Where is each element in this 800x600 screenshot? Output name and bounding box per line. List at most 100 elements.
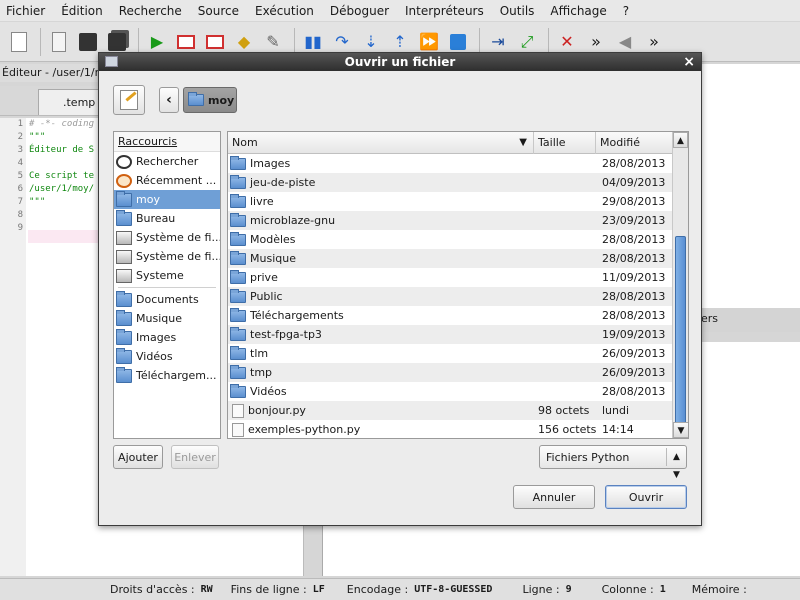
continue-icon[interactable]: ⏩ xyxy=(416,29,442,55)
menu-recherche[interactable]: Recherche xyxy=(119,4,182,18)
column-name-header[interactable]: Nom ▼ xyxy=(228,132,534,154)
place-item[interactable]: Bureau xyxy=(114,209,220,228)
file-row[interactable]: tlm 26/09/2013 xyxy=(228,344,672,363)
file-row[interactable]: Vidéos 28/08/2013 xyxy=(228,382,672,401)
file-modified: lundi xyxy=(602,404,630,417)
file-row[interactable]: prive 11/09/2013 xyxy=(228,268,672,287)
stop-icon[interactable] xyxy=(445,29,471,55)
file-row[interactable]: Images 28/08/2013 xyxy=(228,154,672,173)
menu-execution[interactable]: Exécution xyxy=(255,4,314,18)
place-label: Système de fi... xyxy=(136,250,220,263)
scroll-down-icon[interactable]: ▼ xyxy=(673,422,688,438)
step-into-icon[interactable]: ⇣ xyxy=(358,29,384,55)
place-item[interactable]: Musique xyxy=(114,309,220,328)
file-name-cell: exemples-python.py xyxy=(230,420,360,438)
file-modified: 19/09/2013 xyxy=(602,328,666,341)
menu-source[interactable]: Source xyxy=(198,4,239,18)
place-item[interactable]: Rechercher xyxy=(114,152,220,171)
scroll-thumb[interactable] xyxy=(675,236,686,424)
file-list-scrollbar[interactable]: ▲ ▼ xyxy=(672,132,688,438)
file-row[interactable]: Modèles 28/08/2013 xyxy=(228,230,672,249)
file-name-cell: Modèles xyxy=(230,230,296,249)
file-row[interactable]: Public 28/08/2013 xyxy=(228,287,672,306)
file-row[interactable]: Musique 28/08/2013 xyxy=(228,249,672,268)
file-type-filter[interactable]: Fichiers Python ▲ ▼ xyxy=(539,445,687,480)
cancel-button[interactable]: Annuler xyxy=(513,485,595,509)
place-item[interactable]: Images xyxy=(114,328,220,347)
run-selection-icon[interactable] xyxy=(202,29,228,55)
import-icon[interactable]: ⇥ xyxy=(485,29,511,55)
line-number: 9 xyxy=(17,223,23,233)
maximize-icon[interactable]: ⤢ xyxy=(514,29,540,55)
code-line: """ xyxy=(29,132,46,142)
menu-fichier[interactable]: Fichier xyxy=(6,4,45,18)
place-label: Bureau xyxy=(136,212,176,225)
menu-edition[interactable]: Édition xyxy=(61,4,103,18)
step-return-icon[interactable]: ⇡ xyxy=(387,29,413,55)
column-size-header[interactable]: Taille xyxy=(534,132,596,154)
place-label: Documents xyxy=(136,293,199,306)
path-crumb-moy[interactable]: moy xyxy=(183,87,237,113)
step-icon[interactable]: ↷ xyxy=(329,29,355,55)
preferences-icon[interactable]: ✕ xyxy=(554,29,580,55)
file-name-cell: Téléchargements xyxy=(230,306,344,325)
toolbar-separator xyxy=(40,27,41,56)
column-modified-label: Modifié xyxy=(600,136,640,149)
file-name: microblaze-gnu xyxy=(250,214,336,227)
save-all-icon[interactable] xyxy=(104,29,130,55)
place-item[interactable]: Système de fi... xyxy=(114,228,220,247)
menu-outils[interactable]: Outils xyxy=(500,4,535,18)
place-item[interactable]: Vidéos xyxy=(114,347,220,366)
right-panel-tab-fragment[interactable]: ers xyxy=(701,312,718,325)
toolbar-overflow-icon-2[interactable]: » xyxy=(641,29,667,55)
open-button[interactable]: Ouvrir xyxy=(605,485,687,509)
folder-icon xyxy=(230,250,246,265)
add-bookmark-button[interactable]: Ajouter xyxy=(113,445,163,469)
file-name-cell: livre xyxy=(230,192,274,211)
file-row[interactable]: test-fpga-tp3 19/09/2013 xyxy=(228,325,672,344)
file-name-cell: microblaze-gnu xyxy=(230,211,335,230)
file-row[interactable]: exemples-python.py 156 octets 14:14 xyxy=(228,420,672,438)
menu-deboguer[interactable]: Déboguer xyxy=(330,4,389,18)
scroll-up-icon[interactable]: ▲ xyxy=(673,132,688,148)
file-row[interactable]: microblaze-gnu 23/09/2013 xyxy=(228,211,672,230)
place-item[interactable]: moy xyxy=(114,190,220,209)
menu-interpreteurs[interactable]: Interpréteurs xyxy=(405,4,484,18)
debug-icon[interactable]: ▮▮ xyxy=(300,29,326,55)
file-row[interactable]: bonjour.py 98 octets lundi xyxy=(228,401,672,420)
place-item[interactable]: Récemment ... xyxy=(114,171,220,190)
path-back-button[interactable]: ‹ xyxy=(159,87,179,113)
place-item[interactable]: Téléchargem... xyxy=(114,366,220,385)
menu-help[interactable]: ? xyxy=(623,4,629,18)
tools-icon[interactable]: ✎ xyxy=(260,29,286,55)
pencil-icon xyxy=(120,90,138,110)
line-label: Ligne : xyxy=(522,583,560,596)
place-item[interactable]: Systeme xyxy=(114,266,220,285)
remove-bookmark-button[interactable]: Enlever xyxy=(171,445,219,469)
file-row[interactable]: jeu-de-piste 04/09/2013 xyxy=(228,173,672,192)
place-label: moy xyxy=(136,193,160,206)
open-file-dialog: Ouvrir un fichier × ‹ moy Raccourcis Rec… xyxy=(98,52,702,526)
place-item[interactable]: Système de fi... xyxy=(114,247,220,266)
back-arrow-icon[interactable]: ◀ xyxy=(612,29,638,55)
close-icon[interactable]: × xyxy=(683,53,695,71)
dialog-title: Ouvrir un fichier xyxy=(344,55,456,69)
access-label: Droits d'accès : xyxy=(110,583,195,596)
file-row[interactable]: livre 29/08/2013 xyxy=(228,192,672,211)
save-icon[interactable] xyxy=(75,29,101,55)
run-cell-icon[interactable]: ◆ xyxy=(231,29,257,55)
menu-affichage[interactable]: Affichage xyxy=(550,4,606,18)
toolbar-overflow-icon[interactable]: » xyxy=(583,29,609,55)
folder-icon xyxy=(230,155,246,170)
run-icon[interactable]: ▶ xyxy=(144,29,170,55)
run-config-icon[interactable] xyxy=(173,29,199,55)
open-file-icon[interactable] xyxy=(46,29,72,55)
type-location-button[interactable] xyxy=(113,85,145,115)
column-modified-header[interactable]: Modifié xyxy=(596,132,672,154)
file-row[interactable]: tmp 26/09/2013 xyxy=(228,363,672,382)
place-item[interactable]: Documents xyxy=(114,290,220,309)
home-folder-icon xyxy=(116,190,132,207)
file-row[interactable]: Téléchargements 28/08/2013 xyxy=(228,306,672,325)
place-label: Systeme xyxy=(136,269,184,282)
new-file-icon[interactable] xyxy=(6,29,32,55)
